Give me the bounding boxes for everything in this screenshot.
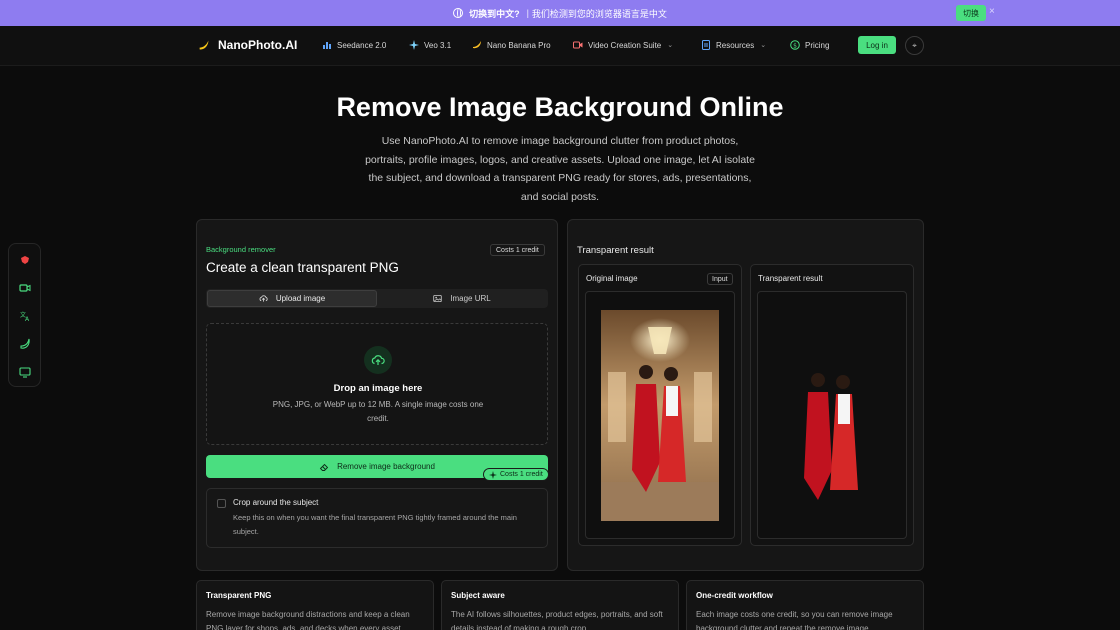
dock-monitor-icon[interactable] — [18, 365, 32, 379]
transparent-photo — [804, 373, 858, 500]
switch-language-prompt: 切换到中文? — [469, 8, 520, 19]
dollar-icon: $ — [790, 40, 800, 50]
language-banner: 切换到中文? | 我们检测到您的浏览器语言是中文 切换 × — [0, 0, 1120, 26]
brand-logo[interactable]: NanoPhoto.AI — [197, 38, 297, 52]
dropzone-title: Drop an image here — [333, 383, 423, 394]
result-title: Transparent result — [577, 245, 654, 256]
dropzone-description: PNG, JPG, or WebP up to 12 MB. A single … — [272, 400, 484, 423]
banner-separator: | — [526, 8, 529, 18]
video-icon — [573, 41, 583, 49]
globe-icon — [453, 8, 464, 18]
credit-pill-label: Costs 1 credit — [500, 471, 543, 478]
tab-image-url[interactable]: Image URL — [377, 290, 547, 307]
transparent-result-card: Transparent result — [750, 264, 914, 546]
dock-banana-outline-icon[interactable] — [18, 337, 32, 351]
bar-chart-icon — [323, 42, 331, 49]
banana-logo-icon — [199, 40, 209, 50]
brand-name: NanoPhoto.AI — [218, 38, 298, 52]
nav-item-label: Pricing — [805, 40, 830, 50]
svg-text:$: $ — [793, 42, 797, 49]
login-button[interactable]: Log in — [858, 36, 896, 54]
tab-label: Image URL — [450, 294, 491, 303]
cost-badge: Costs 1 credit — [490, 244, 545, 256]
crop-option-description: Keep this on when you want the final tra… — [233, 513, 517, 536]
feature-description: Remove image background distractions and… — [206, 610, 410, 630]
transparent-result-frame — [757, 291, 907, 539]
transparent-result-label: Transparent result — [758, 274, 823, 283]
nav-item-pricing[interactable]: $ Pricing — [790, 40, 829, 50]
feature-card-transparent-png: Transparent PNG Remove image background … — [196, 580, 434, 630]
feature-description: Each image costs one credit, so you can … — [696, 610, 893, 630]
crop-option: Crop around the subject Keep this on whe… — [206, 488, 548, 548]
nav-item-resources[interactable]: Resources ⌄ — [701, 40, 766, 50]
nav-item-label: Seedance 2.0 — [337, 40, 387, 50]
nav-item-label: Veo 3.1 — [424, 40, 452, 50]
credit-pill: Costs 1 credit — [483, 468, 549, 481]
sparkle-icon — [489, 470, 497, 479]
nav-item-veo[interactable]: Veo 3.1 — [409, 40, 451, 50]
document-icon — [702, 40, 710, 50]
image-dropzone[interactable]: Drop an image here PNG, JPG, or WebP up … — [206, 323, 548, 445]
background-remover-panel: Background remover Costs 1 credit Create… — [196, 219, 558, 571]
theme-toggle-icon[interactable]: ⌖ — [905, 36, 924, 55]
source-tabs: Upload image Image URL — [206, 289, 548, 308]
crop-option-title: Crop around the subject — [233, 498, 319, 507]
upload-icon — [364, 346, 392, 374]
top-nav: NanoPhoto.AI Seedance 2.0 Veo 3.1 Nano B… — [0, 26, 1120, 66]
original-photo — [601, 310, 719, 521]
nav-item-label: Video Creation Suite — [588, 40, 662, 50]
nav-item-seedance[interactable]: Seedance 2.0 — [322, 40, 386, 50]
switch-language-button[interactable]: 切换 — [956, 5, 986, 21]
page-subtitle: Use NanoPhoto.AI to remove image backgro… — [365, 135, 755, 204]
feature-description: The AI follows silhouettes, product edge… — [451, 610, 663, 630]
feature-card-subject-aware: Subject aware The AI follows silhouettes… — [441, 580, 679, 630]
original-image-label: Original image — [586, 274, 638, 283]
nav-item-video-creation-suite[interactable]: Video Creation Suite ⌄ — [573, 40, 673, 50]
tool-eyebrow: Background remover — [206, 245, 276, 254]
original-image-card: Original image Input — [578, 264, 742, 546]
dock-banana-icon[interactable] — [18, 253, 32, 267]
banana-icon — [473, 41, 481, 49]
cloud-upload-icon — [259, 295, 268, 302]
eraser-icon — [319, 463, 329, 471]
remove-button-label: Remove image background — [337, 462, 435, 471]
result-panel: Transparent result Original image Input — [567, 219, 924, 571]
tool-title: Create a clean transparent PNG — [206, 260, 399, 275]
close-icon[interactable]: × — [989, 6, 995, 17]
chevron-down-icon: ⌄ — [760, 42, 767, 49]
svg-text:A: A — [25, 316, 30, 322]
page-title: Remove Image Background Online — [336, 92, 784, 122]
nav-item-label: Nano Banana Pro — [487, 40, 551, 50]
feature-title: One-credit workflow — [696, 591, 773, 600]
crop-checkbox[interactable] — [217, 499, 226, 508]
original-image-frame — [585, 291, 735, 539]
detected-language-text: 我们检测到您的浏览器语言是中文 — [531, 8, 667, 19]
nav-item-nano-banana-pro[interactable]: Nano Banana Pro — [472, 40, 551, 50]
tab-label: Upload image — [275, 294, 326, 303]
side-dock: 文A — [8, 243, 41, 387]
nav-item-label: Resources — [716, 40, 755, 50]
input-tag: Input — [707, 273, 733, 285]
image-icon — [433, 294, 442, 303]
chevron-down-icon: ⌄ — [667, 42, 674, 49]
feature-title: Transparent PNG — [206, 591, 272, 600]
sparkle-icon — [409, 40, 419, 50]
dock-video-icon[interactable] — [18, 281, 32, 295]
tab-upload-image[interactable]: Upload image — [207, 290, 377, 307]
feature-title: Subject aware — [451, 591, 505, 600]
feature-card-one-credit-workflow: One-credit workflow Each image costs one… — [686, 580, 924, 630]
dock-translate-icon[interactable]: 文A — [18, 309, 32, 323]
